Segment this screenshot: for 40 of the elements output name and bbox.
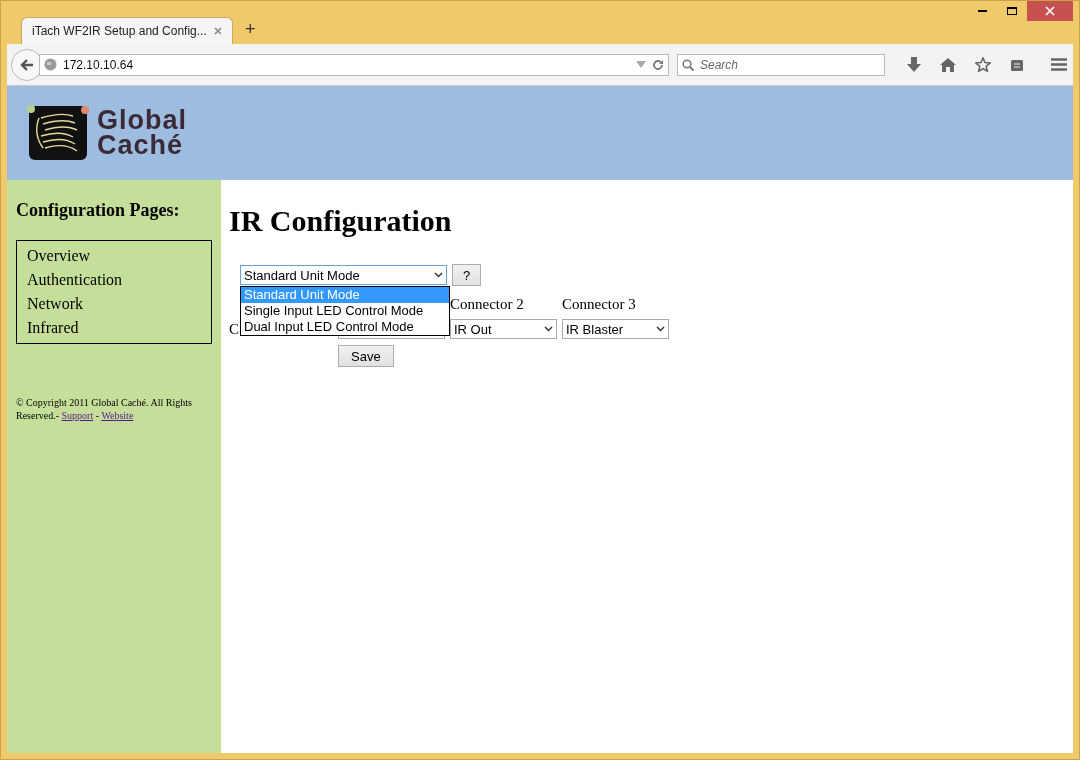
maximize-icon[interactable] bbox=[1007, 7, 1017, 15]
caret-icon bbox=[656, 326, 665, 332]
save-button[interactable]: Save bbox=[338, 345, 394, 367]
copyright-text: © Copyright 2011 Global Caché. All Rights Reserved.- Support - Website bbox=[16, 396, 193, 422]
home-icon[interactable] bbox=[940, 57, 956, 72]
globe-icon bbox=[44, 58, 57, 71]
nav-link[interactable]: Overview bbox=[27, 244, 201, 268]
new-tab-button[interactable]: + bbox=[245, 19, 256, 40]
select-field[interactable]: IR Out bbox=[450, 319, 557, 339]
column-header: Connector 3 bbox=[562, 296, 637, 313]
browser-tab[interactable]: iTach WF2IR Setup and Config... bbox=[21, 17, 233, 44]
reading-list-icon[interactable] bbox=[1010, 57, 1024, 72]
help-button[interactable]: ? bbox=[452, 264, 482, 286]
support-link[interactable]: Support bbox=[61, 410, 94, 421]
close-window-button[interactable] bbox=[1027, 1, 1073, 21]
minimize-icon[interactable] bbox=[977, 9, 987, 13]
caret-icon bbox=[544, 326, 553, 332]
back-icon bbox=[20, 57, 34, 72]
column-header: Connector 2 bbox=[450, 296, 525, 313]
nav-link[interactable]: Authentication bbox=[27, 268, 201, 292]
sidebar-title: Configuration Pages: bbox=[16, 200, 181, 221]
caret-icon bbox=[434, 272, 443, 278]
star-icon[interactable] bbox=[975, 57, 991, 72]
select-field[interactable]: IR Blaster bbox=[562, 319, 669, 339]
close-icon[interactable] bbox=[214, 27, 222, 35]
logo-icon bbox=[27, 104, 89, 162]
search-field[interactable]: Search bbox=[677, 53, 885, 76]
page-title: IR Configuration bbox=[229, 204, 453, 238]
download-icon[interactable] bbox=[907, 57, 921, 72]
row-label: C bbox=[229, 320, 239, 338]
close-icon bbox=[1045, 6, 1055, 16]
mode-select[interactable]: Standard Unit Mode bbox=[240, 265, 447, 285]
address-bar[interactable]: 172.10.10.64 bbox=[39, 53, 669, 76]
website-link[interactable]: Website bbox=[101, 410, 134, 421]
search-icon bbox=[682, 58, 694, 71]
reload-icon[interactable] bbox=[652, 58, 664, 71]
logo-text: Global Caché bbox=[97, 108, 187, 158]
menu-icon[interactable] bbox=[1051, 58, 1067, 71]
nav-link[interactable]: Network bbox=[27, 292, 201, 316]
nav-link[interactable]: Infrared bbox=[27, 316, 201, 340]
